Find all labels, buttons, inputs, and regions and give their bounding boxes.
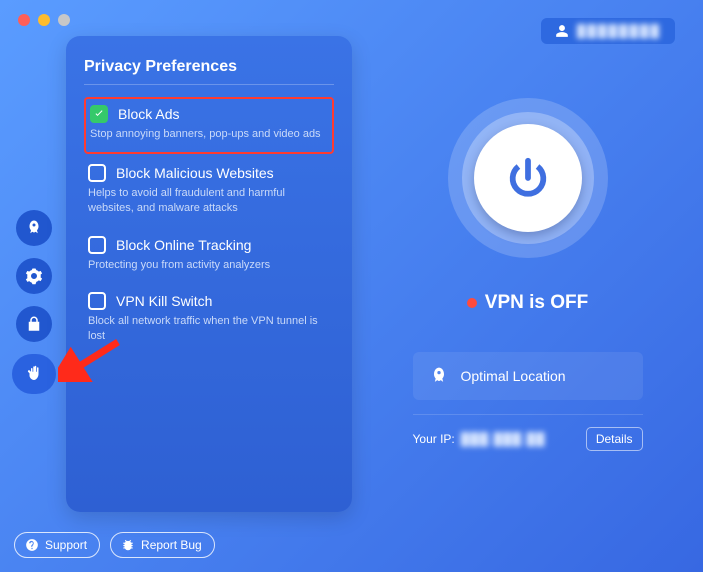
side-nav	[16, 210, 56, 394]
location-picker[interactable]: Optimal Location	[413, 352, 643, 400]
power-ring-outer	[448, 98, 608, 258]
ip-value: ███.███.██	[461, 432, 546, 446]
ip-label: Your IP:	[413, 432, 455, 446]
report-bug-button[interactable]: Report Bug	[110, 532, 215, 558]
pref-title: Block Ads	[118, 106, 179, 122]
checkbox-icon[interactable]	[88, 292, 106, 310]
side-nav-privacy[interactable]	[12, 354, 56, 394]
help-icon	[25, 538, 39, 552]
privacy-panel: Privacy Preferences Block Ads Stop annoy…	[66, 36, 352, 512]
account-button[interactable]: ████████	[541, 18, 675, 44]
pref-title: Block Online Tracking	[116, 237, 251, 253]
pref-title: VPN Kill Switch	[116, 293, 212, 309]
side-nav-boost[interactable]	[16, 210, 52, 246]
pref-kill-switch[interactable]: VPN Kill Switch Block all network traffi…	[84, 286, 334, 354]
rocket-icon	[429, 366, 449, 386]
side-nav-settings[interactable]	[16, 258, 52, 294]
main-area: VPN is OFF Optimal Location Your IP: ███…	[380, 70, 675, 524]
side-nav-security[interactable]	[16, 306, 52, 342]
checkbox-icon[interactable]	[88, 236, 106, 254]
user-icon	[555, 24, 569, 38]
bottom-bar: Support Report Bug	[14, 532, 215, 558]
status-text: VPN is OFF	[485, 292, 588, 314]
power-icon	[505, 155, 551, 201]
checkbox-icon[interactable]	[88, 164, 106, 182]
panel-divider	[84, 84, 334, 85]
account-name: ████████	[577, 24, 661, 38]
pref-block-tracking[interactable]: Block Online Tracking Protecting you fro…	[84, 230, 334, 283]
details-button[interactable]: Details	[586, 427, 643, 451]
support-button[interactable]: Support	[14, 532, 100, 558]
power-ring-inner	[462, 112, 594, 244]
status-dot-icon	[467, 298, 477, 308]
pref-desc: Protecting you from activity analyzers	[88, 258, 330, 273]
location-label: Optimal Location	[461, 368, 566, 384]
pref-desc: Stop annoying banners, pop-ups and video…	[90, 127, 328, 142]
ip-row: Your IP: ███.███.██ Details	[413, 414, 643, 451]
support-label: Support	[45, 538, 87, 552]
pref-block-malicious[interactable]: Block Malicious Websites Helps to avoid …	[84, 158, 334, 226]
bug-icon	[121, 538, 135, 552]
report-label: Report Bug	[141, 538, 202, 552]
window-controls	[18, 14, 70, 26]
close-icon[interactable]	[18, 14, 30, 26]
pref-block-ads[interactable]: Block Ads Stop annoying banners, pop-ups…	[84, 97, 334, 154]
panel-title: Privacy Preferences	[84, 58, 334, 76]
vpn-status: VPN is OFF	[467, 292, 588, 314]
checkbox-icon[interactable]	[90, 105, 108, 123]
connect-button[interactable]	[474, 124, 582, 232]
minimize-icon[interactable]	[38, 14, 50, 26]
maximize-icon	[58, 14, 70, 26]
pref-desc: Helps to avoid all fraudulent and harmfu…	[88, 186, 330, 216]
pref-desc: Block all network traffic when the VPN t…	[88, 314, 330, 344]
pref-title: Block Malicious Websites	[116, 165, 274, 181]
